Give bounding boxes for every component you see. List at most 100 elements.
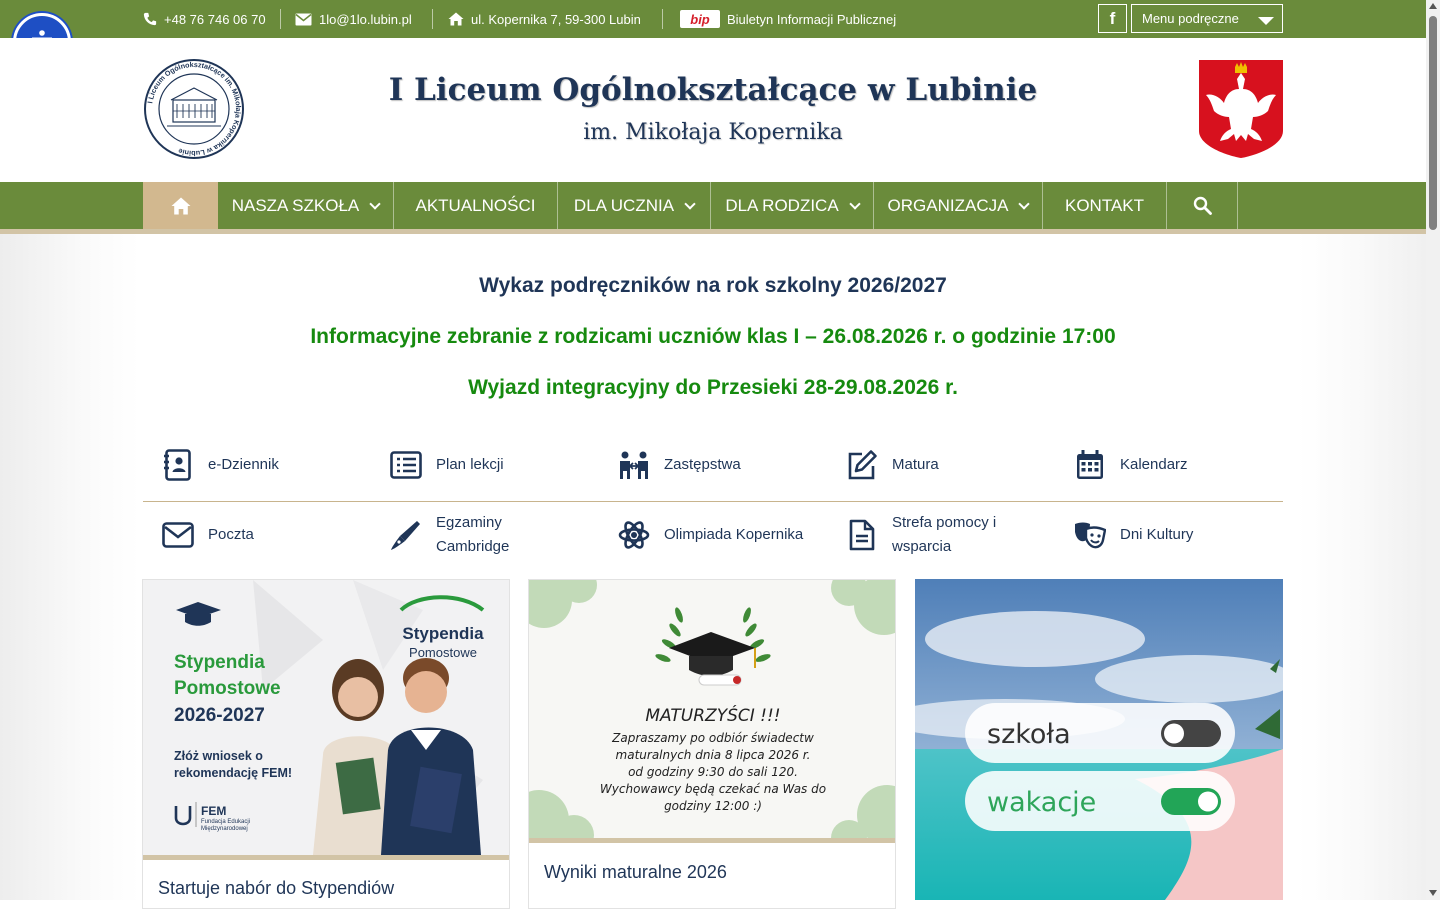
news-card[interactable]: MATURZYŚCI !!! Zapraszamy po odbiór świa… [528, 579, 896, 909]
nav-kontakt[interactable]: KONTAKT [1043, 182, 1167, 229]
nav-label: KONTAKT [1064, 195, 1145, 215]
card-title[interactable]: Wyniki maturalne 2026 [544, 862, 727, 883]
phone-icon [143, 12, 157, 26]
card-image-holidays: szkoła wakacje [915, 579, 1283, 900]
quicklink-plan-lekcji[interactable]: Plan lekcji [390, 449, 504, 481]
quick-menu-select[interactable]: Menu podręczne [1131, 4, 1283, 33]
quicklink-label: Plan lekcji [436, 456, 504, 473]
card1-brand-sub: Pomostowe [409, 645, 477, 660]
bip-link[interactable]: bip Biuletyn Informacji Publicznej [680, 0, 896, 38]
edit-icon [846, 449, 878, 481]
notice-textbooks-link[interactable]: Wykaz podręczników na rok szkolny 2026/2… [0, 274, 1426, 298]
pen-icon [390, 519, 422, 551]
separator [662, 9, 663, 29]
chevron-down-icon [684, 197, 696, 210]
card1-headline: Stypendia [174, 652, 265, 673]
list-icon [390, 449, 422, 481]
card1-cta: rekomendację FEM! [174, 766, 292, 780]
nav-dla-rodzica[interactable]: DLA RODZICA [711, 182, 874, 229]
card1-org: FEM [201, 804, 226, 818]
quicklink-label: Poczta [208, 526, 254, 543]
scrollbar-thumb[interactable] [1429, 16, 1437, 230]
quicklink-olimpiada-kopernika[interactable]: Olimpiada Kopernika [618, 519, 803, 551]
card-image-scholarship: Stypendia Pomostowe Stypendia Pomostowe … [143, 580, 509, 855]
news-card[interactable]: Stypendia Pomostowe Stypendia Pomostowe … [142, 579, 510, 909]
nav-search-button[interactable] [1167, 182, 1238, 229]
card1-org-sub: Międzynarodowej [201, 826, 248, 832]
card-image-graduation: MATURZYŚCI !!! Zapraszamy po odbiór świa… [529, 580, 895, 842]
site-header: I Liceum Ogólnokształcące im. Mikołaja K… [0, 38, 1426, 182]
nav-label: DLA RODZICA [725, 195, 839, 215]
bip-logo: bip [680, 10, 720, 28]
address-text-group: ul. Kopernika 7, 59-300 Lubin [448, 0, 641, 38]
scroll-up-arrow-icon[interactable] [1429, 3, 1437, 9]
card-title[interactable]: Startuje nabór do Stypendiów [158, 878, 394, 899]
card2-line: maturalnych dnia 8 lipca 2026 r. [616, 748, 811, 762]
card1-brand: Stypendia [402, 624, 484, 643]
atom-icon [618, 519, 650, 551]
phone-text: +48 76 746 06 70 [164, 11, 266, 27]
quicklink-label: Strefa pomocy i [892, 514, 997, 531]
nav-dla-ucznia[interactable]: DLA UCZNIA [558, 182, 711, 229]
nav-home[interactable] [143, 182, 218, 229]
quicklink-label: Matura [892, 456, 939, 473]
nav-label: DLA UCZNIA [573, 195, 675, 215]
home-icon [171, 197, 190, 214]
card1-headline: 2026-2027 [174, 705, 265, 726]
card-accent-strip [143, 855, 509, 860]
card2-line: od godziny 9:30 do sali 120. [628, 765, 798, 779]
quicklink-poczta[interactable]: Poczta [162, 519, 254, 551]
quicklink-label: Cambridge [436, 538, 510, 555]
search-icon [1193, 196, 1212, 215]
chevron-down-icon [369, 197, 381, 210]
facebook-icon: f [1109, 8, 1116, 28]
bip-label: Biuletyn Informacji Publicznej [727, 11, 897, 27]
facebook-button[interactable]: f [1098, 4, 1127, 33]
page-scrollbar[interactable] [1426, 0, 1440, 900]
notice-parents-meeting-link[interactable]: Informacyjne zebranie z rodzicami ucznió… [0, 325, 1426, 349]
nav-nasza-szkola[interactable]: NASZA SZKOŁA [218, 182, 394, 229]
quicklink-label: e-Dziennik [208, 456, 279, 473]
card1-cta: Złóż wniosek o [174, 749, 263, 763]
notice-integration-trip-link[interactable]: Wyjazd integracyjny do Przesieki 28-29.0… [0, 376, 1426, 400]
quicklink-label-group: Strefa pomocy i wsparcia [892, 511, 996, 559]
nav-organizacja[interactable]: ORGANIZACJA [874, 182, 1043, 229]
quicklink-egzaminy-cambridge[interactable]: Egzaminy Cambridge [390, 511, 509, 559]
card2-line: Zapraszamy po odbiór świadectw [611, 731, 814, 745]
phone-link[interactable]: +48 76 746 06 70 [143, 0, 266, 38]
scroll-down-arrow-icon[interactable] [1429, 890, 1437, 896]
card2-line: Wychowawcy będą czekać na Was do [600, 782, 826, 796]
quicklinks-divider [143, 501, 1283, 502]
email-link[interactable]: 1lo@1lo.lubin.pl [295, 0, 412, 38]
calendar-icon [1074, 449, 1106, 481]
quicklink-label: wsparcia [892, 538, 952, 555]
toggle-label-holidays: wakacje [987, 787, 1096, 818]
card-accent-strip [529, 838, 895, 843]
email-text: 1lo@1lo.lubin.pl [319, 11, 412, 27]
separator [280, 9, 281, 29]
quicklink-e-dziennik[interactable]: e-Dziennik [162, 449, 279, 481]
quicklink-matura[interactable]: Matura [846, 449, 939, 481]
contact-book-icon [162, 449, 194, 481]
polish-eagle-emblem [1199, 60, 1283, 158]
quicklink-label: Zastępstwa [664, 456, 741, 473]
nav-aktualnosci[interactable]: AKTUALNOŚCI [394, 182, 558, 229]
card2-heading: MATURZYŚCI !!! [645, 704, 780, 726]
people-swap-icon [618, 449, 650, 481]
mail-icon [162, 519, 194, 551]
news-card[interactable]: szkoła wakacje [915, 579, 1283, 909]
quicklink-zastepstwa[interactable]: Zastępstwa [618, 449, 741, 481]
quicklink-strefa-pomocy[interactable]: Strefa pomocy i wsparcia [846, 511, 996, 559]
quicklink-kalendarz[interactable]: Kalendarz [1074, 449, 1188, 481]
quicklink-label: Kalendarz [1120, 456, 1188, 473]
document-icon [846, 519, 878, 551]
theater-masks-icon [1074, 519, 1106, 551]
quicklink-dni-kultury[interactable]: Dni Kultury [1074, 519, 1193, 551]
top-bar: +48 76 746 06 70 1lo@1lo.lubin.pl ul. Ko… [0, 0, 1426, 38]
card1-org-sub: Fundacja Edukacji [201, 819, 250, 825]
envelope-icon [295, 13, 312, 25]
home-icon [448, 12, 464, 26]
nav-label: AKTUALNOŚCI [415, 195, 536, 215]
quick-menu-label: Menu podręczne [1142, 11, 1239, 26]
main-navigation: NASZA SZKOŁA AKTUALNOŚCI DLA UCZNIA DLA … [0, 182, 1426, 229]
